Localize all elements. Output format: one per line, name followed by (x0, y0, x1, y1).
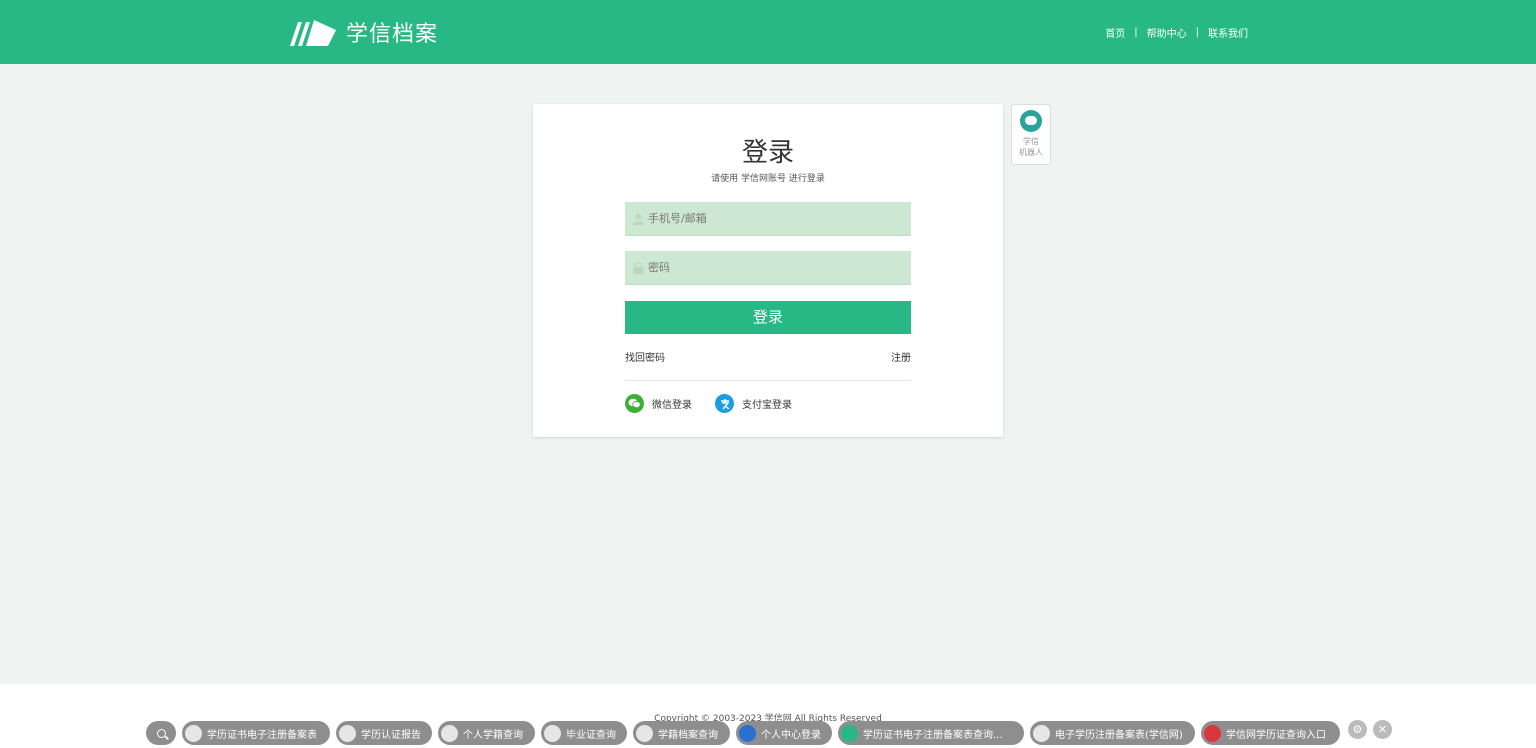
gear-icon[interactable]: ⚙ (1348, 720, 1367, 739)
robot-label-line1: 学信 (1023, 137, 1039, 146)
toolbar-item[interactable]: 电子学历注册备案表(学信网) (1030, 721, 1195, 745)
search-icon (156, 728, 166, 738)
toolbar-search-button[interactable] (146, 721, 176, 745)
toolbar-item[interactable]: 学信网学历证查询入口 (1201, 721, 1340, 745)
site-logo[interactable]: 学信档案 (288, 16, 438, 48)
alipay-login[interactable]: 支付宝登录 (715, 394, 792, 413)
lock-icon (633, 261, 644, 274)
login-button[interactable]: 登录 (625, 301, 911, 334)
top-header: 学信档案 首页 | 帮助中心 | 联系我们 (0, 0, 1536, 64)
site-favicon-icon (739, 724, 756, 742)
alipay-login-label: 支付宝登录 (742, 400, 792, 411)
alipay-icon (715, 394, 734, 413)
site-favicon-icon (185, 724, 202, 742)
nav-contact-link[interactable]: 联系我们 (1208, 25, 1248, 40)
nav-home-link[interactable]: 首页 (1105, 25, 1125, 40)
site-favicon-icon (339, 724, 356, 742)
user-icon (633, 213, 644, 225)
close-icon[interactable]: ✕ (1373, 720, 1392, 739)
site-favicon-icon (1033, 724, 1050, 742)
toolbar-item[interactable]: 毕业证查询 (541, 721, 627, 745)
toolbar-item-label: 毕业证查询 (566, 729, 616, 741)
toolbar-item[interactable]: 个人学籍查询 (438, 721, 535, 745)
toolbar-item[interactable]: 学籍档案查询 (633, 721, 730, 745)
wechat-icon (625, 394, 644, 413)
logo-text: 学信档案 (346, 22, 439, 47)
top-nav: 首页 | 帮助中心 | 联系我们 (1105, 25, 1248, 40)
wechat-login[interactable]: 微信登录 (625, 394, 692, 413)
divider (625, 380, 911, 381)
login-card: 登录 请使用 学信网账号 进行登录 登录 找回密码 注册 微信登录 (533, 104, 1003, 437)
toolbar-item-label: 个人学籍查询 (463, 729, 523, 741)
login-title: 登录 (741, 138, 794, 168)
username-input[interactable] (648, 212, 898, 225)
toolbar-item[interactable]: 学历认证报告 (336, 721, 432, 745)
site-favicon-icon (841, 724, 858, 742)
toolbar-item-label: 学历认证报告 (361, 729, 421, 741)
robot-label-line2: 机器人 (1019, 148, 1043, 157)
site-favicon-icon (441, 724, 458, 742)
toolbar-item-label: 电子学历注册备案表(学信网) (1055, 729, 1183, 741)
password-input[interactable] (648, 261, 898, 274)
password-field[interactable] (625, 251, 911, 285)
toolbar-item[interactable]: 学历证书电子注册备案表查询... (838, 721, 1024, 745)
wechat-login-label: 微信登录 (652, 400, 692, 411)
forgot-password-link[interactable]: 找回密码 (625, 349, 665, 364)
site-favicon-icon (544, 724, 561, 742)
nav-help-link[interactable]: 帮助中心 (1147, 25, 1187, 40)
nav-separator: | (1195, 27, 1199, 38)
site-favicon-icon (1204, 724, 1221, 742)
nav-separator: | (1134, 27, 1138, 38)
robot-assistant[interactable]: 学信 机器人 (1011, 104, 1051, 165)
toolbar-item[interactable]: 学历证书电子注册备案表 (182, 721, 330, 745)
login-subtitle: 请使用 学信网账号 进行登录 (711, 174, 825, 184)
toolbar-item-label: 学历证书电子注册备案表查询... (863, 729, 1003, 741)
toolbar-item-label: 个人中心登录 (761, 729, 821, 741)
toolbar-item[interactable]: 个人中心登录 (736, 721, 832, 745)
username-field[interactable] (625, 202, 911, 236)
robot-icon (1020, 110, 1042, 132)
site-favicon-icon (636, 724, 653, 742)
toolbar-item-label: 学历证书电子注册备案表 (207, 729, 317, 741)
register-link[interactable]: 注册 (891, 349, 911, 364)
toolbar-item-label: 学信网学历证查询入口 (1226, 729, 1326, 741)
logo-icon (290, 20, 336, 46)
toolbar-item-label: 学籍档案查询 (658, 729, 718, 741)
